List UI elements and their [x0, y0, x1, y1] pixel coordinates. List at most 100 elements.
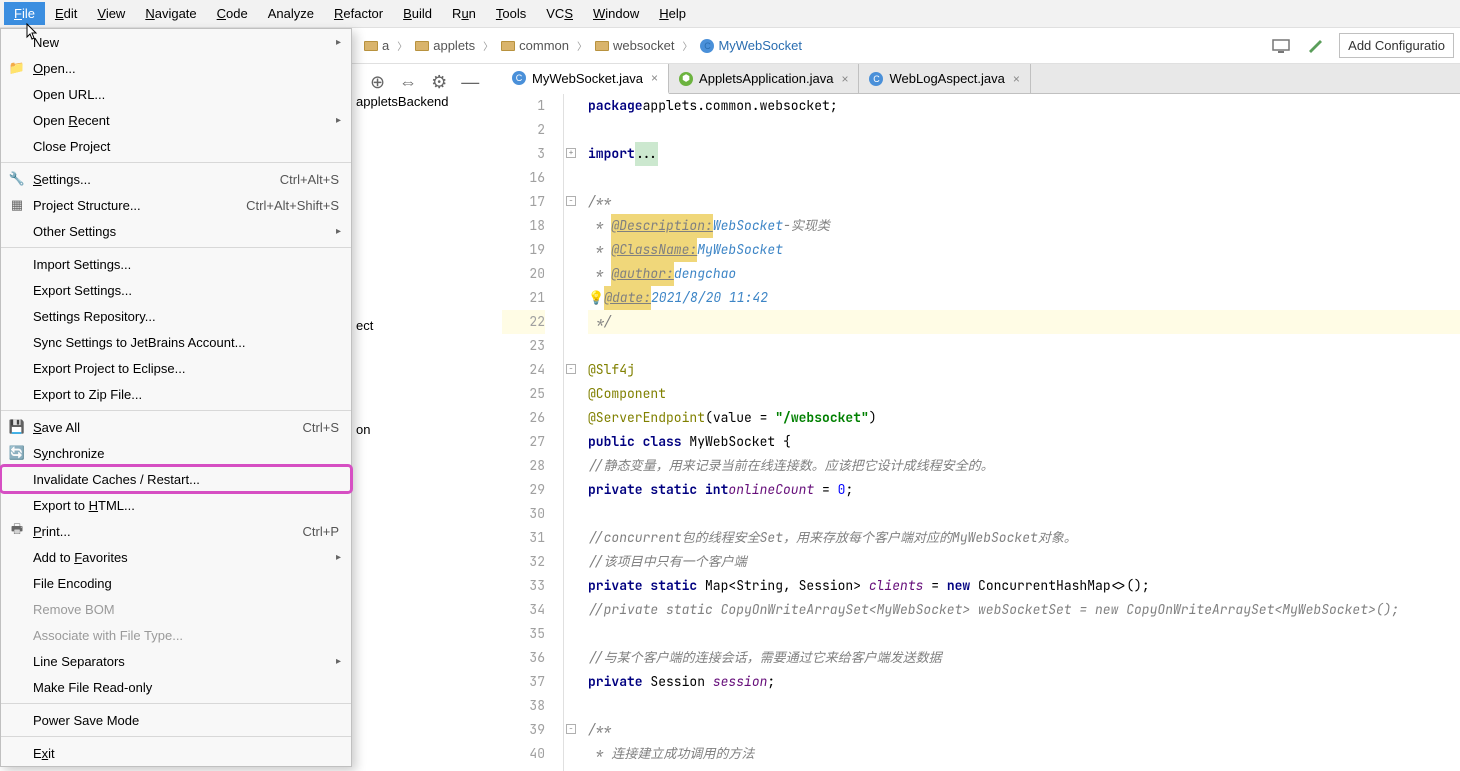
menu-analyze[interactable]: Analyze: [258, 2, 324, 25]
menu-item-synchronize[interactable]: 🔄Synchronize: [1, 440, 351, 466]
menu-navigate[interactable]: Navigate: [135, 2, 206, 25]
code-line[interactable]: //private static CopyOnWriteArraySet<MyW…: [588, 598, 1460, 622]
menu-help[interactable]: Help: [649, 2, 696, 25]
menu-item-make-file-read-only[interactable]: Make File Read-only: [1, 674, 351, 700]
run-configuration-selector[interactable]: Add Configuratio: [1339, 33, 1454, 58]
breadcrumb-seg[interactable]: common: [497, 36, 573, 55]
menu-item-project-structure[interactable]: ▦Project Structure...Ctrl+Alt+Shift+S: [1, 192, 351, 218]
code-line[interactable]: import ...: [588, 142, 1460, 166]
breadcrumb-seg[interactable]: applets: [411, 36, 479, 55]
breadcrumb-seg[interactable]: websocket: [591, 36, 678, 55]
project-item[interactable]: on: [352, 420, 374, 442]
menu-item-label: Save All: [33, 420, 80, 435]
project-item[interactable]: ect: [352, 316, 377, 338]
fold-toggle-icon[interactable]: +: [566, 148, 576, 158]
code-line[interactable]: [588, 622, 1460, 646]
code-line[interactable]: 💡@date: 2021/8/20 11:42: [588, 286, 1460, 310]
code-line[interactable]: private Session session;: [588, 670, 1460, 694]
code-area[interactable]: package applets.common.websocket; import …: [584, 94, 1460, 771]
menu-refactor[interactable]: Refactor: [324, 2, 393, 25]
code-line[interactable]: //静态变量，用来记录当前在线连接数。应该把它设计成线程安全的。: [588, 454, 1460, 478]
menu-item-exit[interactable]: Exit: [1, 740, 351, 766]
line-number: 22: [502, 310, 545, 334]
menu-item-save-all[interactable]: 💾Save AllCtrl+S: [1, 414, 351, 440]
tab-close-icon[interactable]: ×: [839, 72, 850, 86]
settings-gear-icon[interactable]: ⚙: [431, 72, 447, 93]
code-line[interactable]: private static Map<String, Session> clie…: [588, 574, 1460, 598]
code-line[interactable]: [588, 166, 1460, 190]
line-number: 31: [502, 526, 545, 550]
code-line[interactable]: /**: [588, 718, 1460, 742]
menu-item-open[interactable]: 📁Open...: [1, 55, 351, 81]
fold-toggle-icon[interactable]: −: [566, 364, 576, 374]
breadcrumb-seg[interactable]: CMyWebSocket: [696, 36, 806, 55]
code-line[interactable]: [588, 334, 1460, 358]
code-line[interactable]: */: [588, 310, 1460, 334]
breadcrumb-sep: 〉: [682, 38, 692, 53]
menu-view[interactable]: View: [87, 2, 135, 25]
code-line[interactable]: * @Description: WebSocket-实现类: [588, 214, 1460, 238]
fold-toggle-icon[interactable]: −: [566, 724, 576, 734]
menu-item-export-project-to-eclipse[interactable]: Export Project to Eclipse...: [1, 355, 351, 381]
menu-code[interactable]: Code: [207, 2, 258, 25]
collapse-icon[interactable]: ⇔: [399, 72, 417, 93]
menu-tools[interactable]: Tools: [486, 2, 536, 25]
tab-close-icon[interactable]: ×: [649, 71, 660, 85]
menu-build[interactable]: Build: [393, 2, 442, 25]
menu-edit[interactable]: Edit: [45, 2, 87, 25]
gutter-annotation: [564, 430, 584, 454]
code-line[interactable]: private static int onlineCount = 0;: [588, 478, 1460, 502]
code-line[interactable]: * @ClassName: MyWebSocket: [588, 238, 1460, 262]
menu-item-export-settings[interactable]: Export Settings...: [1, 277, 351, 303]
code-line[interactable]: [588, 502, 1460, 526]
tab-close-icon[interactable]: ×: [1011, 72, 1022, 86]
menu-item-power-save-mode[interactable]: Power Save Mode: [1, 707, 351, 733]
menu-item-open-url[interactable]: Open URL...: [1, 81, 351, 107]
editor[interactable]: 1231617181920212223242526272829303132333…: [502, 94, 1460, 771]
menu-run[interactable]: Run: [442, 2, 486, 25]
editor-tab[interactable]: CWebLogAspect.java×: [859, 64, 1030, 93]
editor-tab[interactable]: CMyWebSocket.java×: [502, 64, 669, 94]
menu-item-file-encoding[interactable]: File Encoding: [1, 570, 351, 596]
breadcrumb-label: common: [519, 38, 569, 53]
menu-item-import-settings[interactable]: Import Settings...: [1, 251, 351, 277]
menu-file[interactable]: File: [4, 2, 45, 25]
breadcrumb-seg[interactable]: a: [360, 36, 393, 55]
menu-item-open-recent[interactable]: Open Recent▸: [1, 107, 351, 133]
target-icon[interactable]: ⊕: [370, 72, 385, 93]
menu-item-line-separators[interactable]: Line Separators▸: [1, 648, 351, 674]
menu-item-settings[interactable]: 🔧Settings...Ctrl+Alt+S: [1, 166, 351, 192]
hide-icon[interactable]: —: [461, 72, 479, 93]
menu-item-print[interactable]: 🖶Print...Ctrl+P: [1, 518, 351, 544]
menu-vcs[interactable]: VCS: [536, 2, 583, 25]
menu-item-other-settings[interactable]: Other Settings▸: [1, 218, 351, 244]
project-item[interactable]: appletsBackend: [352, 92, 453, 114]
code-line[interactable]: * 连接建立成功调用的方法: [588, 742, 1460, 766]
build-icon[interactable]: [1305, 36, 1325, 56]
code-line[interactable]: /**: [588, 190, 1460, 214]
code-line[interactable]: //与某个客户端的连接会话，需要通过它来给客户端发送数据: [588, 646, 1460, 670]
code-line[interactable]: @Slf4j: [588, 358, 1460, 382]
display-icon[interactable]: [1271, 36, 1291, 56]
code-line[interactable]: @ServerEndpoint(value = "/websocket"): [588, 406, 1460, 430]
menu-item-close-project[interactable]: Close Project: [1, 133, 351, 159]
code-line[interactable]: public class MyWebSocket {: [588, 430, 1460, 454]
code-line[interactable]: package applets.common.websocket;: [588, 94, 1460, 118]
menu-item-export-to-zip-file[interactable]: Export to Zip File...: [1, 381, 351, 407]
fold-toggle-icon[interactable]: −: [566, 196, 576, 206]
code-line[interactable]: [588, 118, 1460, 142]
menu-item-settings-repository[interactable]: Settings Repository...: [1, 303, 351, 329]
code-line[interactable]: [588, 694, 1460, 718]
code-line[interactable]: * @author: dengchao: [588, 262, 1460, 286]
menu-item-export-to-html[interactable]: Export to HTML...: [1, 492, 351, 518]
menu-item-add-to-favorites[interactable]: Add to Favorites▸: [1, 544, 351, 570]
editor-tab[interactable]: ⬢AppletsApplication.java×: [669, 64, 859, 93]
menu-item-invalidate-caches-restart[interactable]: Invalidate Caches / Restart...: [1, 466, 351, 492]
menu-item-new[interactable]: New▸: [1, 29, 351, 55]
code-line[interactable]: @Component: [588, 382, 1460, 406]
menu-item-sync-settings-to-jetbrains-account[interactable]: Sync Settings to JetBrains Account...: [1, 329, 351, 355]
gutter-annotation: −: [564, 358, 584, 382]
code-line[interactable]: //该项目中只有一个客户端: [588, 550, 1460, 574]
code-line[interactable]: //concurrent包的线程安全Set，用来存放每个客户端对应的MyWebS…: [588, 526, 1460, 550]
menu-window[interactable]: Window: [583, 2, 649, 25]
